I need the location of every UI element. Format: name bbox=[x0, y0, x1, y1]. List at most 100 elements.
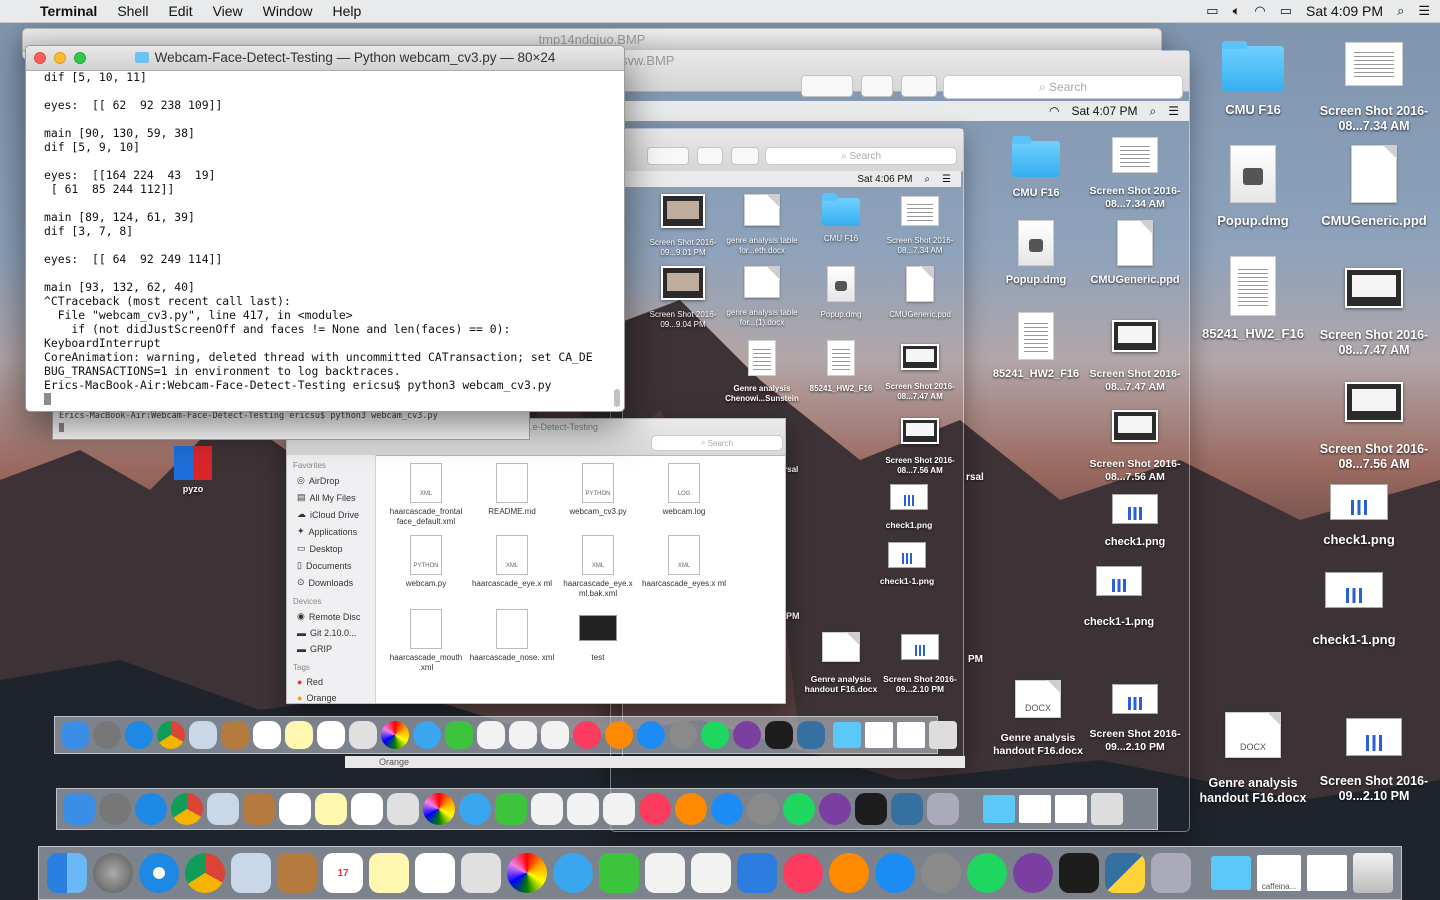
sidebar-item-git[interactable]: ▬ Git 2.10.0... bbox=[287, 625, 375, 641]
messages-icon[interactable] bbox=[553, 853, 593, 893]
desktop-item: check1-1.png bbox=[872, 542, 942, 586]
menu-shell[interactable]: Shell bbox=[117, 3, 168, 19]
sidebar-item-remote-disc[interactable]: ◉ Remote Disc bbox=[287, 608, 375, 625]
calendar-icon[interactable]: 17 bbox=[323, 853, 363, 893]
menu-app-name[interactable]: Terminal bbox=[40, 3, 109, 19]
airplay-icon[interactable]: ▭ bbox=[1206, 3, 1218, 19]
search-field[interactable]: ⌕ Search bbox=[943, 75, 1183, 99]
file-item[interactable]: README.md bbox=[469, 463, 555, 517]
orange-tag-icon: ● bbox=[297, 693, 303, 703]
spotlight-search-icon[interactable]: ⌕ bbox=[1397, 3, 1404, 19]
terminal-line: ^CTraceback (most recent call last): bbox=[44, 294, 291, 308]
python-icon[interactable] bbox=[1105, 853, 1145, 893]
trash-icon[interactable] bbox=[1353, 853, 1393, 893]
sidebar-item-airdrop[interactable]: ◎ AirDrop bbox=[287, 472, 375, 489]
desktop-item[interactable]: Screen Shot 2016-08...7.56 AM bbox=[1312, 380, 1436, 472]
sidebar-item-icloud[interactable]: ☁ iCloud Drive bbox=[287, 506, 375, 523]
notification-center-icon[interactable]: ☰ bbox=[1418, 3, 1430, 19]
finder-search[interactable]: ⌕ Search bbox=[651, 435, 783, 451]
contacts-icon[interactable] bbox=[277, 853, 317, 893]
desktop-item[interactable]: CMU F16 bbox=[1210, 40, 1296, 118]
system-preferences-icon[interactable] bbox=[921, 853, 961, 893]
file-item[interactable]: XML haarcascade_eye.x ml.bak.xml bbox=[555, 535, 641, 599]
caffeine-icon[interactable]: caffeina... bbox=[1257, 855, 1301, 891]
rotate-button[interactable] bbox=[861, 75, 893, 97]
downloads-folder-icon[interactable] bbox=[1211, 856, 1251, 890]
finder-file-grid: XML haarcascade_frontal face_default.xml … bbox=[383, 463, 785, 703]
desktop-item[interactable]: 85241_HW2_F16 bbox=[1196, 256, 1310, 342]
sidebar-item-label: Downloads bbox=[308, 577, 354, 588]
file-item[interactable]: haarcascade_mouth .xml bbox=[383, 609, 469, 673]
terminal-icon[interactable] bbox=[1059, 853, 1099, 893]
notes-icon[interactable] bbox=[369, 853, 409, 893]
keynote-icon[interactable] bbox=[737, 853, 777, 893]
desktop-item[interactable]: Screen Shot 2016-09...2.10 PM bbox=[1312, 716, 1436, 804]
sidebar-item-documents[interactable]: ▯ Documents bbox=[287, 557, 375, 574]
image-capture-icon[interactable] bbox=[1151, 853, 1191, 893]
toolbox-button[interactable] bbox=[901, 75, 937, 97]
itunes-icon[interactable] bbox=[783, 853, 823, 893]
desktop-item[interactable]: Screen Shot 2016-08...7.34 AM bbox=[1312, 40, 1436, 134]
embedded-menubar: ◠ Sat 4:07 PM ⌕ ☰ bbox=[611, 101, 1189, 121]
messages-icon bbox=[459, 793, 491, 825]
file-item[interactable]: PYTHON webcam_cv3.py bbox=[555, 463, 641, 517]
file-item[interactable]: haarcascade_nose. xml bbox=[469, 609, 555, 663]
terminal-output[interactable]: dif [5, 10, 11] eyes: [[ 62 92 238 109]]… bbox=[44, 70, 610, 411]
battery-icon[interactable]: ▭ bbox=[1280, 3, 1292, 19]
launchpad-icon[interactable] bbox=[93, 853, 133, 893]
edit-button[interactable] bbox=[801, 75, 853, 97]
menu-window[interactable]: Window bbox=[263, 3, 333, 19]
sidebar-item-desktop[interactable]: ▭ Desktop bbox=[287, 540, 375, 557]
menu-edit[interactable]: Edit bbox=[168, 3, 212, 19]
file-item[interactable]: XML haarcascade_eyes.x ml bbox=[641, 535, 727, 589]
safari-icon[interactable] bbox=[139, 853, 179, 893]
github-icon[interactable] bbox=[1013, 853, 1053, 893]
terminal-scrollbar[interactable] bbox=[612, 72, 622, 409]
file-item[interactable]: XML haarcascade_eye.x ml bbox=[469, 535, 555, 589]
dock: 17 caffeina... bbox=[38, 846, 1402, 900]
desktop-item[interactable]: check1.png bbox=[1312, 484, 1406, 548]
desktop-item: genre analysis table for...eth.docx bbox=[722, 190, 802, 255]
preview-icon[interactable] bbox=[231, 853, 271, 893]
wifi-icon[interactable]: ◠ bbox=[1254, 3, 1265, 19]
document-stack-icon[interactable] bbox=[1307, 855, 1347, 891]
sidebar-item-downloads[interactable]: ⊙ Downloads bbox=[287, 574, 375, 591]
pages-icon[interactable] bbox=[645, 853, 685, 893]
terminal-window[interactable]: Webcam-Face-Detect-Testing — Python webc… bbox=[25, 45, 625, 412]
desktop-item[interactable]: Screen Shot 2016-08...7.47 AM bbox=[1312, 266, 1436, 358]
file-item[interactable]: XML haarcascade_frontal face_default.xml bbox=[383, 463, 469, 527]
sidebar-item-applications[interactable]: ✦ Applications bbox=[287, 523, 375, 540]
desktop-item[interactable]: check1-1.png bbox=[1306, 572, 1402, 648]
mail-icon[interactable] bbox=[461, 853, 501, 893]
numbers-icon[interactable] bbox=[691, 853, 731, 893]
sidebar-item-all-my-files[interactable]: ▤ All My Files bbox=[287, 489, 375, 506]
desktop-item[interactable]: DOCX Genre analysis handout F16.docx bbox=[1196, 710, 1310, 806]
scrollbar-knob[interactable] bbox=[614, 389, 620, 407]
sidebar-item-grip[interactable]: ▬ GRIP bbox=[287, 641, 375, 657]
pyzo-app[interactable]: pyzo bbox=[172, 446, 214, 495]
terminal-titlebar[interactable]: Webcam-Face-Detect-Testing — Python webc… bbox=[26, 46, 624, 71]
menu-help[interactable]: Help bbox=[332, 3, 373, 19]
chrome-icon[interactable] bbox=[185, 853, 225, 893]
desktop-item-label: Genre analysis handout F16.docx bbox=[993, 732, 1083, 757]
app-store-icon[interactable] bbox=[875, 853, 915, 893]
volume-icon[interactable]: 🔈︎ bbox=[1233, 3, 1241, 19]
image-capture-icon bbox=[927, 793, 959, 825]
file-item[interactable]: LOG webcam.log bbox=[641, 463, 727, 517]
photos-icon[interactable] bbox=[507, 853, 547, 893]
finder-icon[interactable] bbox=[47, 853, 87, 893]
sidebar-tag-red[interactable]: ● Red bbox=[287, 674, 375, 690]
facetime-icon[interactable] bbox=[599, 853, 639, 893]
reminders-icon[interactable] bbox=[415, 853, 455, 893]
ibooks-icon[interactable] bbox=[829, 853, 869, 893]
menubar-clock[interactable]: Sat 4:09 PM bbox=[1306, 3, 1383, 19]
file-item[interactable]: PYTHON webcam.py bbox=[383, 535, 469, 589]
spotify-icon[interactable] bbox=[967, 853, 1007, 893]
desktop-item[interactable]: Popup.dmg bbox=[1210, 145, 1296, 229]
sidebar-tag-orange[interactable]: ● Orange bbox=[287, 690, 375, 703]
file-item[interactable]: test bbox=[555, 609, 641, 663]
menu-view[interactable]: View bbox=[213, 3, 263, 19]
sidebar-header-devices: Devices bbox=[293, 597, 322, 606]
desktop-item[interactable]: CMUGeneric.ppd bbox=[1312, 145, 1436, 229]
